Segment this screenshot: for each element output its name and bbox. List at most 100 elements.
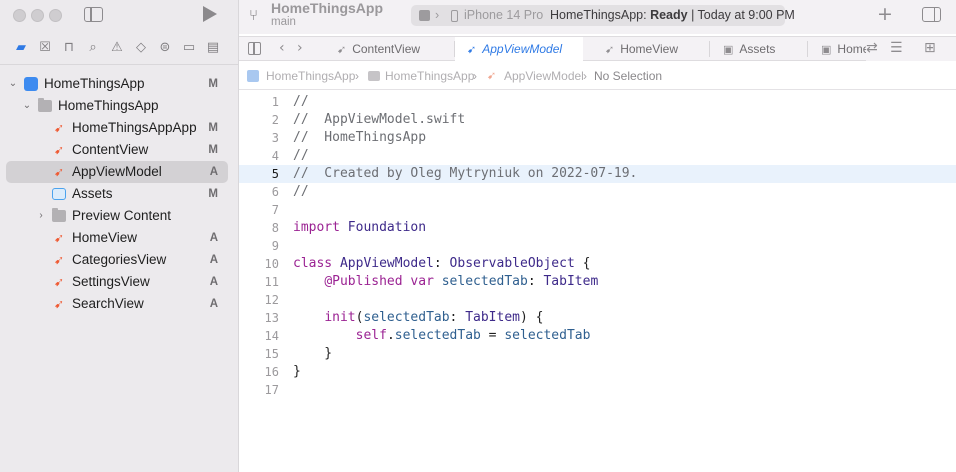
code-text[interactable]: init(selectedTab: TabItem) { xyxy=(293,309,543,327)
tree-item-file-selected[interactable]: ➹ AppViewModel A xyxy=(6,161,228,183)
code-text[interactable]: // xyxy=(293,183,309,201)
code-line[interactable]: 14 self.selectedTab = selectedTab xyxy=(239,327,956,345)
code-line[interactable]: 6 // xyxy=(239,183,956,201)
code-line[interactable]: 11 @Published var selectedTab: TabItem xyxy=(239,273,956,291)
report-icon[interactable]: ▤ xyxy=(206,41,220,55)
activity-viewer[interactable]: › iPhone 14 Pro HomeThingsApp: Ready | T… xyxy=(411,5,795,26)
tree-item-assets[interactable]: Assets M xyxy=(6,183,228,205)
tree-item-file[interactable]: ➹ ContentView M xyxy=(6,139,228,161)
tab-appviewmodel[interactable]: ➹ AppViewModel xyxy=(455,37,583,61)
code-line[interactable]: 4 // xyxy=(239,147,956,165)
code-text[interactable]: // xyxy=(293,147,309,165)
inspector-toggle-icon[interactable] xyxy=(922,7,941,22)
back-chevron-icon[interactable]: ‹ xyxy=(279,40,285,56)
issue-icon[interactable]: ⚠ xyxy=(110,41,124,55)
jump-bar-file[interactable]: AppViewModel xyxy=(504,62,584,90)
debug-icon[interactable]: ⊜ xyxy=(158,41,172,55)
chevron-down-icon[interactable]: ⌄ xyxy=(22,95,32,117)
sidebar-toggle-icon[interactable] xyxy=(84,7,103,22)
line-number[interactable]: 1 xyxy=(239,93,279,111)
code-text[interactable]: // AppViewModel.swift xyxy=(293,111,465,129)
breakpoint-icon[interactable]: ▭ xyxy=(182,41,196,55)
line-number[interactable]: 9 xyxy=(239,237,279,255)
related-items-icon[interactable] xyxy=(248,42,261,55)
tab-contentview[interactable]: ➹ ContentView xyxy=(337,37,449,61)
code-line[interactable]: 10 class AppViewModel: ObservableObject { xyxy=(239,255,956,273)
line-number[interactable]: 17 xyxy=(239,381,279,399)
tree-item-file[interactable]: ➹ HomeView A xyxy=(6,227,228,249)
line-number[interactable]: 2 xyxy=(239,111,279,129)
line-number[interactable]: 3 xyxy=(239,129,279,147)
code-text[interactable]: } xyxy=(293,345,332,363)
code-line[interactable]: 5 // Created by Oleg Mytryniuk on 2022-07… xyxy=(239,165,956,183)
code-line[interactable]: 1 // xyxy=(239,93,956,111)
symbol-icon[interactable]: ⊓ xyxy=(62,41,76,55)
swap-icon[interactable]: ⇄ xyxy=(866,40,878,56)
code-line[interactable]: 2 // AppViewModel.swift xyxy=(239,111,956,129)
tree-item-file[interactable]: ➹ SearchView A xyxy=(6,293,228,315)
line-number[interactable]: 11 xyxy=(239,273,279,291)
minimize-window-button[interactable] xyxy=(31,9,44,22)
tree-item-file[interactable]: ➹ HomeThingsAppApp M xyxy=(6,117,228,139)
code-text[interactable]: import Foundation xyxy=(293,219,426,237)
tree-item-folder[interactable]: › Preview Content xyxy=(6,205,228,227)
line-number[interactable]: 10 xyxy=(239,255,279,273)
tree-item-project[interactable]: ⌄ HomeThingsApp M xyxy=(6,73,228,95)
line-number[interactable]: 12 xyxy=(239,291,279,309)
project-title[interactable]: HomeThingsApp xyxy=(271,0,383,16)
tree-item-file[interactable]: ➹ CategoriesView A xyxy=(6,249,228,271)
jump-bar-selection[interactable]: No Selection xyxy=(594,62,662,90)
chevron-right-icon[interactable]: › xyxy=(36,205,46,227)
code-text[interactable]: class AppViewModel: ObservableObject { xyxy=(293,255,590,273)
code-text[interactable]: @Published var selectedTab: TabItem xyxy=(293,273,598,291)
run-button[interactable] xyxy=(203,6,217,22)
build-status-project: HomeThingsApp: xyxy=(550,8,651,22)
line-number[interactable]: 16 xyxy=(239,363,279,381)
editor-options: ⇄ ☰ ⊞ xyxy=(866,37,956,61)
scheme-icon[interactable] xyxy=(419,10,430,21)
editor-options-icon[interactable]: ☰ xyxy=(890,40,903,56)
line-number[interactable]: 13 xyxy=(239,309,279,327)
code-line[interactable]: 17 xyxy=(239,381,956,399)
tree-item-file[interactable]: ➹ SettingsView A xyxy=(6,271,228,293)
code-text[interactable]: } xyxy=(293,363,301,381)
code-line[interactable]: 7 xyxy=(239,201,956,219)
tab-homeview[interactable]: ➹ HomeView xyxy=(605,37,705,61)
source-control-icon[interactable]: ☒ xyxy=(38,41,52,55)
code-line[interactable]: 12 xyxy=(239,291,956,309)
code-text[interactable]: // xyxy=(293,93,309,111)
find-icon[interactable]: ⌕ xyxy=(86,41,100,55)
source-editor[interactable]: 1 // 2 // AppViewModel.swift 3 // HomeThingsA… xyxy=(239,91,956,472)
line-number[interactable]: 4 xyxy=(239,147,279,165)
branch-name[interactable]: main xyxy=(271,16,296,28)
jump-bar-project[interactable]: HomeThingsApp xyxy=(266,62,355,90)
code-text[interactable]: self.selectedTab = selectedTab xyxy=(293,327,591,345)
line-number[interactable]: 6 xyxy=(239,183,279,201)
tree-item-label: HomeThingsApp xyxy=(58,98,159,113)
line-number[interactable]: 14 xyxy=(239,327,279,345)
close-window-button[interactable] xyxy=(13,9,26,22)
code-line[interactable]: 9 xyxy=(239,237,956,255)
chevron-down-icon[interactable]: ⌄ xyxy=(8,73,18,95)
line-number[interactable]: 7 xyxy=(239,201,279,219)
tree-item-folder[interactable]: ⌄ HomeThingsApp xyxy=(6,95,228,117)
split-editor-icon[interactable]: ⊞ xyxy=(924,40,936,56)
code-line[interactable]: 8 import Foundation xyxy=(239,219,956,237)
zoom-window-button[interactable] xyxy=(49,9,62,22)
code-text[interactable]: // Created by Oleg Mytryniuk on 2022-07-… xyxy=(293,165,637,183)
add-library-icon[interactable]: + xyxy=(877,3,893,25)
code-line[interactable]: 3 // HomeThingsApp xyxy=(239,129,956,147)
code-line[interactable]: 13 init(selectedTab: TabItem) { xyxy=(239,309,956,327)
line-number[interactable]: 8 xyxy=(239,219,279,237)
code-line[interactable]: 15 } xyxy=(239,345,956,363)
jump-bar-folder[interactable]: HomeThingsApp xyxy=(385,62,474,90)
folder-icon[interactable]: ▰ xyxy=(14,41,28,55)
run-destination[interactable]: iPhone 14 Pro xyxy=(464,5,543,26)
line-number[interactable]: 5 xyxy=(239,165,279,183)
forward-chevron-icon[interactable]: › xyxy=(297,40,303,56)
code-text[interactable]: // HomeThingsApp xyxy=(293,129,426,147)
code-line[interactable]: 16} xyxy=(239,363,956,381)
tab-assets[interactable]: ▣ Assets xyxy=(723,37,813,61)
test-icon[interactable]: ◇ xyxy=(134,41,148,55)
line-number[interactable]: 15 xyxy=(239,345,279,363)
